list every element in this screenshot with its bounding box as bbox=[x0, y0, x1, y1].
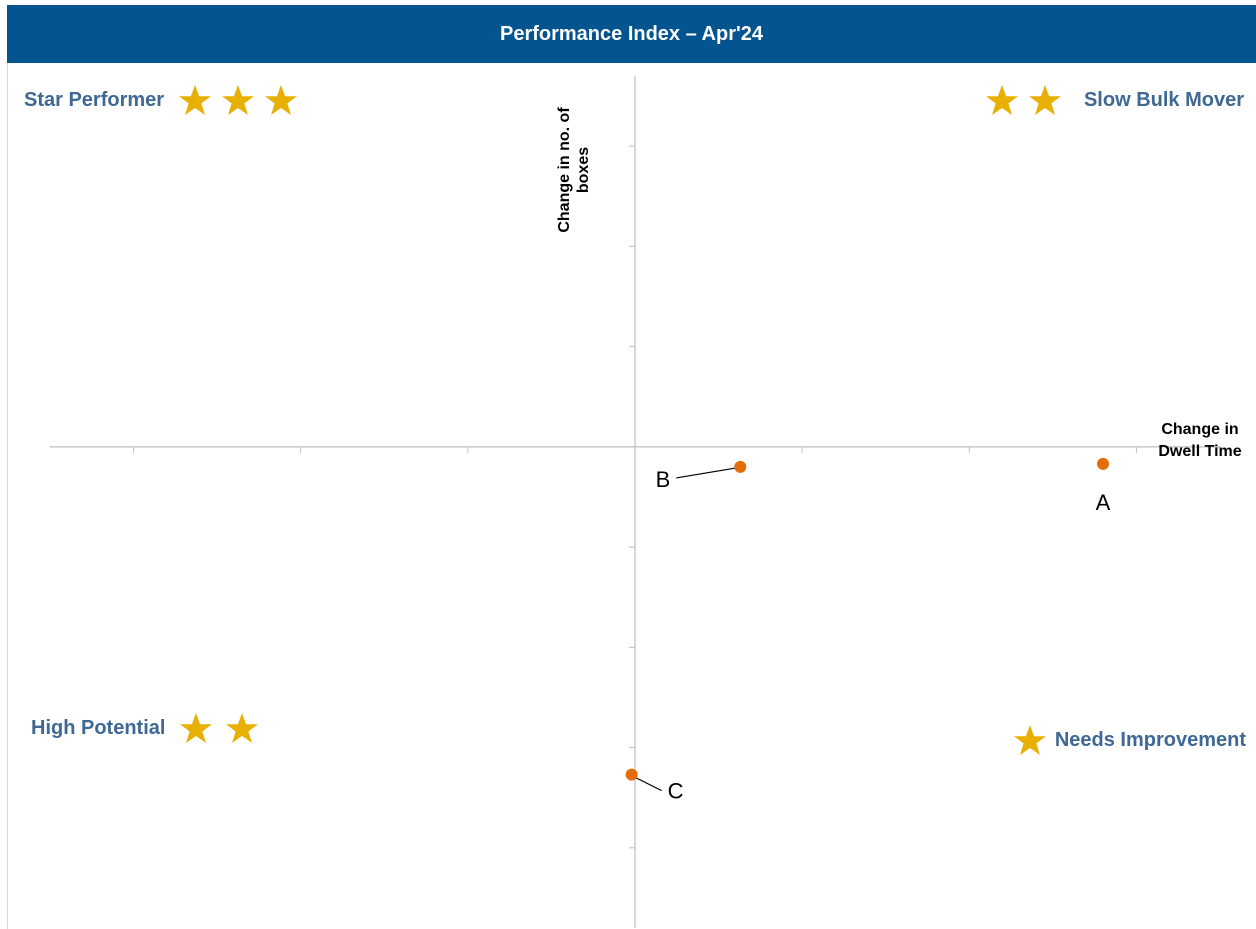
star-icon bbox=[985, 84, 1019, 116]
y-axis-title: Change in no. of boxes bbox=[556, 107, 592, 233]
quadrant-label-needs-improvement: Needs Improvement bbox=[1054, 728, 1246, 751]
star-rating-2 bbox=[985, 84, 1062, 116]
star-icon bbox=[225, 712, 259, 744]
star-icon bbox=[1013, 724, 1047, 756]
scatter-chart: Change in Dwell Time Change in no. of boxes… bbox=[50, 76, 1242, 928]
data-label-leader bbox=[635, 777, 662, 792]
quadrant-label-high-potential: High Potential bbox=[31, 716, 166, 739]
quadrant-slow-bulk-mover: Slow Bulk Mover bbox=[985, 84, 1244, 116]
star-icon bbox=[178, 84, 212, 116]
x-axis-title: Change in Dwell Time bbox=[1158, 421, 1241, 460]
quadrant-needs-improvement: Needs Improvement bbox=[1013, 724, 1246, 756]
star-rating-3 bbox=[178, 84, 298, 116]
star-icon bbox=[264, 84, 298, 116]
performance-index-page: Performance Index – Apr'24 Change in Dwel… bbox=[0, 0, 1256, 929]
data-label-c: C bbox=[668, 779, 684, 804]
star-icon bbox=[179, 712, 213, 744]
data-point-a bbox=[1097, 457, 1109, 470]
star-rating-1 bbox=[1013, 724, 1047, 756]
data-point-c bbox=[625, 768, 638, 781]
star-rating-2 bbox=[179, 712, 259, 744]
quadrant-high-potential: High Potential bbox=[31, 712, 259, 744]
star-icon bbox=[1028, 84, 1062, 116]
star-icon bbox=[221, 84, 255, 116]
data-label-a: A bbox=[1096, 490, 1111, 515]
quadrant-label-star-performer: Star Performer bbox=[24, 88, 165, 111]
data-label-b: B bbox=[656, 467, 671, 492]
data-point-b bbox=[734, 460, 747, 473]
quadrant-label-slow-bulk-mover: Slow Bulk Mover bbox=[1083, 88, 1244, 111]
data-label-leader bbox=[676, 467, 737, 479]
quadrant-star-performer: Star Performer bbox=[24, 84, 298, 116]
